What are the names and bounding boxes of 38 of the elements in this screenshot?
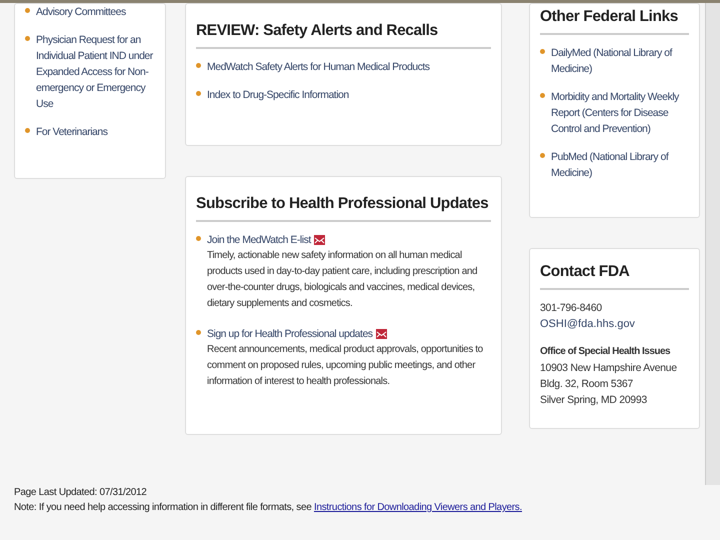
address-line: Silver Spring, MD 20993 xyxy=(540,393,648,408)
bullet-icon xyxy=(25,8,30,13)
description: Recent announcements, medical product approvals, opportunities to comment on proposed rules, upcoming public meetings, and other information of interest to health professionals. xyxy=(207,343,484,389)
link[interactable]: Sign up for Health Professional updates xyxy=(207,326,373,342)
envelope-icon xyxy=(376,329,387,339)
bullet-icon xyxy=(540,153,545,158)
description: Timely, actionable new safety information on all human medical products used in day-to-day patient care, including prescription and over-the-counter drugs, biologicals and vaccines, medical devices, dietary supplements and cosmetics. xyxy=(207,249,478,311)
section-heading: Other Federal Links xyxy=(540,8,689,35)
instructions-link[interactable]: Instructions for Downloading Viewers and Players. xyxy=(314,502,522,513)
link[interactable]: Join the MedWatch E-list xyxy=(207,232,311,248)
scrollbar[interactable] xyxy=(705,3,720,485)
bullet-icon xyxy=(25,36,30,41)
link[interactable]: MedWatch Safety Alerts for Human Medical Products xyxy=(207,59,430,75)
bullet-icon xyxy=(540,93,545,98)
office-name: Office of Special Health Issues xyxy=(540,345,672,359)
phone-number: 301-796-8460 xyxy=(540,301,603,316)
bullet-icon xyxy=(196,236,201,241)
address-line: Bldg. 32, Room 5367 xyxy=(540,377,634,392)
link[interactable]: Index to Drug-Specific Information xyxy=(207,87,349,103)
section-heading: Contact FDA xyxy=(540,263,689,290)
link[interactable]: Morbidity and Mortality Weekly Report (Centers for Disease Control and Prevention) xyxy=(551,89,689,137)
link[interactable]: PubMed (National Library of Medicine) xyxy=(551,149,689,181)
bullet-icon xyxy=(196,330,201,335)
link[interactable]: DailyMed (National Library of Medicine) xyxy=(551,45,689,77)
envelope-icon xyxy=(314,235,325,245)
link[interactable]: Advisory Committees xyxy=(36,4,126,20)
bullet-icon xyxy=(196,63,201,68)
link[interactable]: Physician Request for an Individual Patient IND under Expanded Access for Non-emergency or Emergency Use xyxy=(36,32,157,112)
email-link[interactable]: OSHI@fda.hhs.gov xyxy=(540,316,689,332)
section-heading: Subscribe to Health Professional Updates xyxy=(196,195,491,222)
address-line: 10903 New Hampshire Avenue xyxy=(540,361,678,376)
bullet-icon xyxy=(196,91,201,96)
last-updated: Page Last Updated: 07/31/2012 xyxy=(14,486,148,500)
link[interactable]: For Veterinarians xyxy=(36,124,108,140)
bullet-icon xyxy=(540,49,545,54)
note-text: Note: If you need help accessing information in different file formats, see Instructions for Downloading Viewers and Players. xyxy=(14,501,523,515)
bullet-icon xyxy=(25,128,30,133)
section-heading: REVIEW: Safety Alerts and Recalls xyxy=(196,22,491,49)
